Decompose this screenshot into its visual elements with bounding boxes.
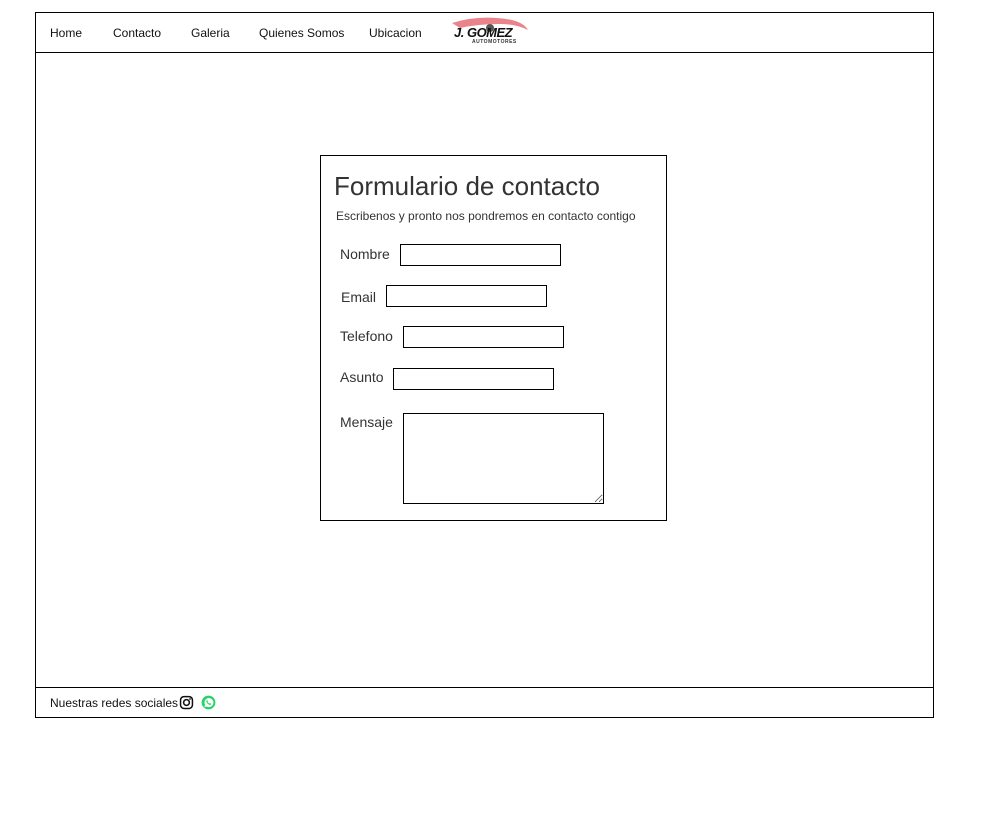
instagram-icon[interactable] (179, 695, 194, 710)
email-label: Email (341, 289, 377, 305)
nav-link-contacto[interactable]: Contacto (113, 26, 161, 40)
mensaje-textarea[interactable] (403, 413, 604, 504)
top-nav: Home Contacto Galeria Quienes Somos Ubic… (36, 13, 933, 53)
brand-logo[interactable]: J. GOMEZ AUTOMOTORES (450, 16, 530, 46)
footer: Nuestras redes sociales (36, 687, 933, 717)
nombre-input[interactable] (400, 244, 561, 266)
nombre-label: Nombre (340, 246, 390, 262)
asunto-input[interactable] (393, 368, 554, 390)
nav-link-ubicacion[interactable]: Ubicacion (369, 26, 422, 40)
form-title: Formulario de contacto (334, 171, 600, 201)
telefono-input[interactable] (403, 326, 564, 348)
footer-social-label: Nuestras redes sociales (50, 696, 179, 710)
asunto-label: Asunto (340, 369, 384, 385)
contact-form: Formulario de contacto Escribenos y pron… (320, 155, 667, 521)
logo-subtext: AUTOMOTORES (472, 39, 517, 45)
mensaje-label: Mensaje (340, 414, 393, 430)
telefono-label: Telefono (340, 328, 393, 344)
nav-link-galeria[interactable]: Galeria (191, 26, 230, 40)
nav-link-quienes-somos[interactable]: Quienes Somos (259, 26, 344, 40)
nav-link-home[interactable]: Home (50, 26, 82, 40)
page-frame: Home Contacto Galeria Quienes Somos Ubic… (35, 12, 934, 718)
logo-text: J. GOMEZ (454, 25, 513, 40)
whatsapp-icon[interactable] (201, 695, 216, 710)
form-subtitle: Escribenos y pronto nos pondremos en con… (336, 209, 636, 223)
email-input[interactable] (386, 285, 547, 307)
